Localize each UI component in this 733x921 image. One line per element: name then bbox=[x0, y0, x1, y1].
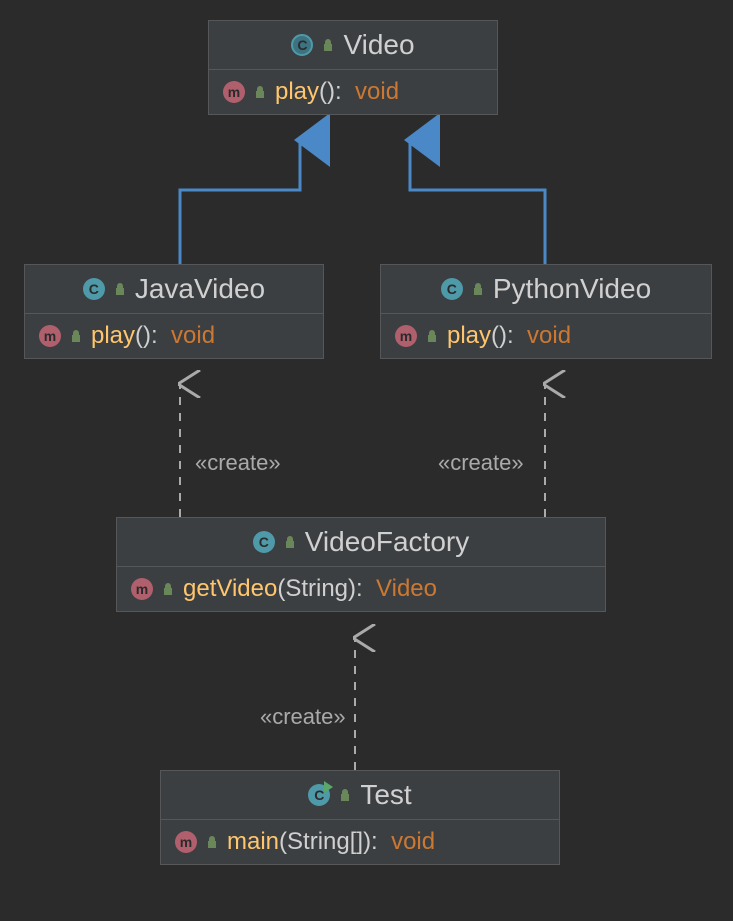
class-pythonvideo-method: m play(): void bbox=[381, 314, 711, 358]
method-icon: m bbox=[39, 325, 61, 347]
class-javavideo-name: JavaVideo bbox=[135, 273, 265, 305]
lock-icon bbox=[471, 282, 485, 296]
method-icon: m bbox=[223, 81, 245, 103]
class-icon: C bbox=[441, 278, 463, 300]
class-pythonvideo-header: C PythonVideo bbox=[381, 265, 711, 314]
class-javavideo-header: C JavaVideo bbox=[25, 265, 323, 314]
method-icon: m bbox=[175, 831, 197, 853]
lock-icon bbox=[253, 85, 267, 99]
method-icon: m bbox=[395, 325, 417, 347]
lock-icon bbox=[69, 329, 83, 343]
method-name: play bbox=[447, 322, 491, 349]
class-pythonvideo[interactable]: C PythonVideo m play(): void bbox=[380, 264, 712, 359]
lock-icon bbox=[161, 582, 175, 596]
lock-icon bbox=[113, 282, 127, 296]
create-label-1: «create» bbox=[195, 450, 281, 476]
method-return: Video bbox=[376, 575, 437, 602]
method-name: play bbox=[91, 322, 135, 349]
create-label-2: «create» bbox=[438, 450, 524, 476]
class-javavideo-method: m play(): void bbox=[25, 314, 323, 358]
class-icon: C bbox=[291, 34, 313, 56]
method-icon: m bbox=[131, 578, 153, 600]
class-videofactory-method: m getVideo(String): Video bbox=[117, 567, 605, 611]
class-icon: C bbox=[253, 531, 275, 553]
class-test[interactable]: C Test m main(String[]): void bbox=[160, 770, 560, 865]
class-test-name: Test bbox=[360, 779, 411, 811]
class-videofactory-header: C VideoFactory bbox=[117, 518, 605, 567]
method-name: play bbox=[275, 78, 319, 105]
class-icon: C bbox=[83, 278, 105, 300]
edge-pythonvideo-to-video bbox=[410, 140, 545, 264]
edge-javavideo-to-video bbox=[180, 140, 300, 264]
class-javavideo[interactable]: C JavaVideo m play(): void bbox=[24, 264, 324, 359]
method-return: void bbox=[355, 78, 399, 105]
class-videofactory[interactable]: C VideoFactory m getVideo(String): Video bbox=[116, 517, 606, 612]
create-label-3: «create» bbox=[260, 704, 346, 730]
lock-icon bbox=[321, 38, 335, 52]
class-video-method: m play(): void bbox=[209, 70, 497, 114]
method-return: void bbox=[171, 322, 215, 349]
lock-icon bbox=[338, 788, 352, 802]
class-test-method: m main(String[]): void bbox=[161, 820, 559, 864]
run-icon bbox=[324, 781, 333, 793]
class-videofactory-name: VideoFactory bbox=[305, 526, 469, 558]
method-name: main bbox=[227, 828, 279, 855]
class-pythonvideo-name: PythonVideo bbox=[493, 273, 651, 305]
lock-icon bbox=[283, 535, 297, 549]
class-video-header: C Video bbox=[209, 21, 497, 70]
lock-icon bbox=[205, 835, 219, 849]
lock-icon bbox=[425, 329, 439, 343]
class-video-name: Video bbox=[343, 29, 414, 61]
method-name: getVideo bbox=[183, 575, 277, 602]
method-return: void bbox=[527, 322, 571, 349]
class-test-header: C Test bbox=[161, 771, 559, 820]
method-return: void bbox=[391, 828, 435, 855]
class-video[interactable]: C Video m play(): void bbox=[208, 20, 498, 115]
